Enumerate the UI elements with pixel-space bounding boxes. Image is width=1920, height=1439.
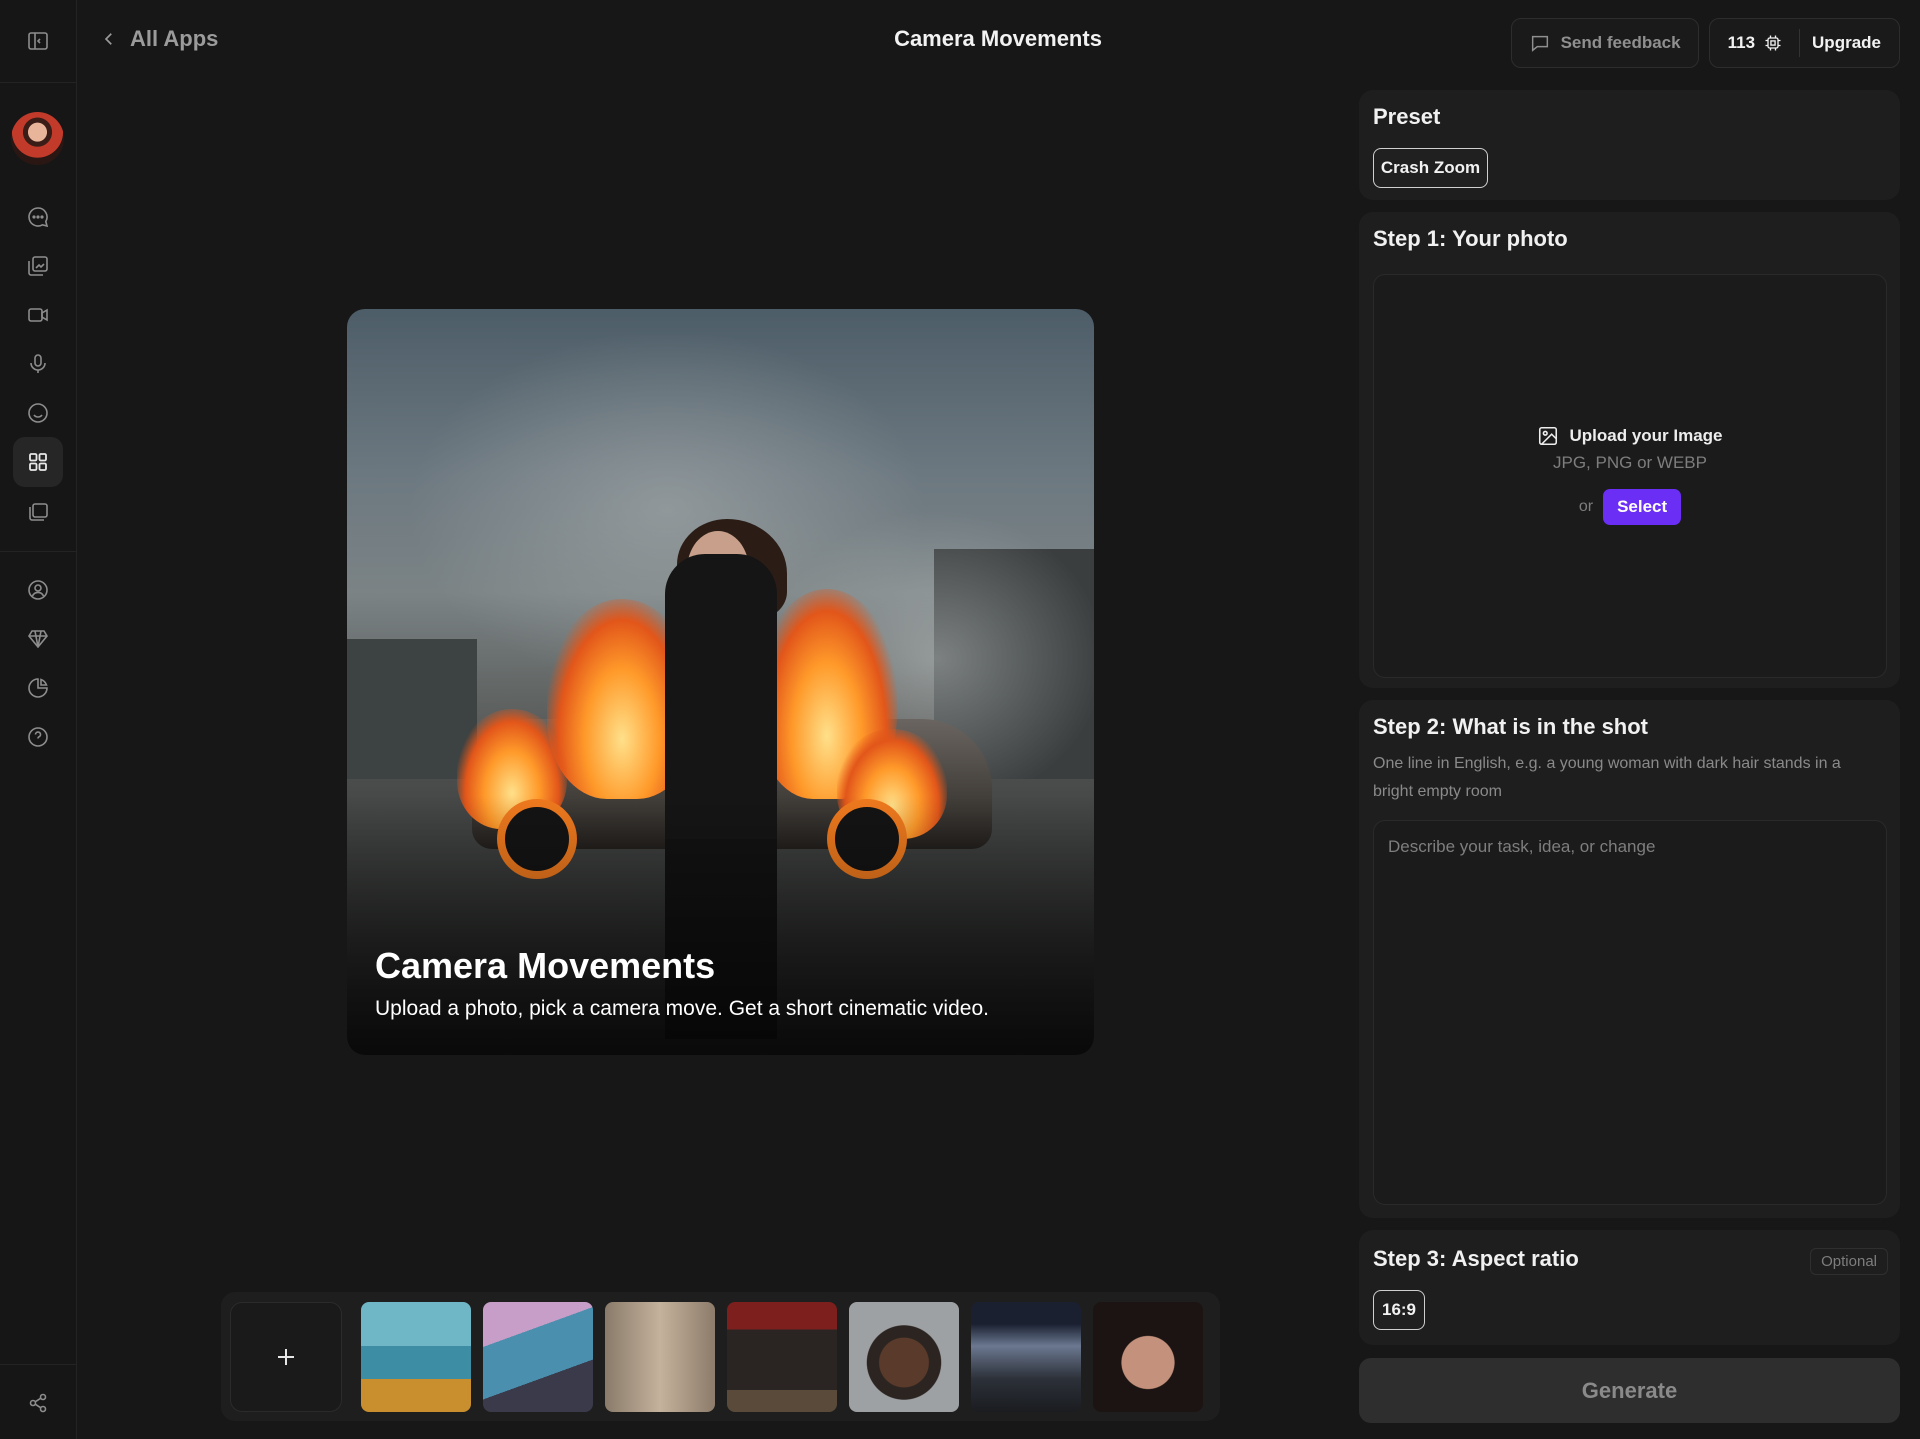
thumbnail[interactable] <box>971 1302 1081 1412</box>
microphone-icon[interactable] <box>13 339 63 389</box>
smile-icon[interactable] <box>13 388 63 438</box>
credits-upgrade-group: 113 Upgrade <box>1708 18 1900 68</box>
diamond-icon[interactable] <box>13 614 63 664</box>
preset-title: Preset <box>1373 104 1441 129</box>
upload-formats: JPG, PNG or WEBP <box>1553 453 1707 472</box>
image-edit-icon[interactable] <box>13 241 63 291</box>
upload-formats-line: JPG, PNG or WEBP <box>1374 453 1886 473</box>
send-feedback-button[interactable]: Send feedback <box>1510 18 1699 68</box>
back-label: All Apps <box>130 26 219 51</box>
share-icon[interactable] <box>13 1378 63 1428</box>
header-actions: Send feedback 113 Upgrade <box>1510 18 1900 68</box>
profile-icon[interactable] <box>13 565 63 615</box>
select-file-button[interactable]: Select <box>1603 489 1682 525</box>
thumbnail[interactable] <box>1093 1302 1203 1412</box>
avatar[interactable] <box>11 112 64 165</box>
aspect-ratio-chip-16-9[interactable]: 16:9 <box>1373 1290 1425 1330</box>
plus-icon <box>278 1349 294 1365</box>
image-dropzone[interactable]: Upload your Image JPG, PNG or WEBP or Se… <box>1373 274 1887 678</box>
step2-help-text: One line in English, e.g. a young woman … <box>1373 755 1841 800</box>
or-text: or <box>1578 498 1594 515</box>
add-thumbnail-button[interactable] <box>230 1302 342 1412</box>
rail-divider <box>0 1364 77 1365</box>
help-icon[interactable] <box>13 712 63 762</box>
step2-title: Step 2: What is in the shot <box>1373 714 1649 739</box>
thumbnail[interactable] <box>361 1302 471 1412</box>
hero-subtitle: Upload a photo, pick a camera move. Get … <box>375 997 989 1020</box>
thumbnail[interactable] <box>605 1302 715 1412</box>
upgrade-button[interactable]: Upgrade <box>1800 33 1899 53</box>
thumbnail[interactable] <box>483 1302 593 1412</box>
panel-toggle-icon[interactable] <box>13 16 63 66</box>
optional-badge: Optional <box>1810 1248 1888 1275</box>
send-feedback-label: Send feedback <box>1560 33 1681 52</box>
hero-title: Camera Movements <box>375 945 716 986</box>
chevron-left-icon <box>104 33 112 45</box>
generate-button[interactable]: Generate <box>1359 1358 1900 1423</box>
chip-icon <box>1765 35 1781 51</box>
thumbnail[interactable] <box>849 1302 959 1412</box>
step3-title: Step 3: Aspect ratio <box>1373 1246 1579 1271</box>
apps-grid-icon[interactable] <box>13 437 63 487</box>
back-to-all-apps-link[interactable]: All Apps <box>100 26 218 52</box>
upload-title: Upload your Image <box>1569 426 1723 445</box>
step1-title: Step 1: Your photo <box>1373 226 1568 251</box>
image-icon <box>1539 426 1558 446</box>
preset-chip-crash-zoom[interactable]: Crash Zoom <box>1373 148 1488 188</box>
hero-preview-card: Camera Movements Upload a photo, pick a … <box>347 309 1094 1055</box>
gallery-icon[interactable] <box>13 486 63 536</box>
usage-chart-icon[interactable] <box>13 663 63 713</box>
credits-value: 113 <box>1727 33 1756 52</box>
message-square-icon <box>1531 35 1548 52</box>
step1-photo-card: Step 1: Your photo Upload your Image JPG… <box>1359 212 1900 688</box>
rail-divider <box>0 82 77 83</box>
page-title: Camera Movements <box>894 26 1102 51</box>
video-camera-icon[interactable] <box>13 290 63 340</box>
upload-heading: Upload your Image <box>1374 425 1886 447</box>
rail-divider <box>0 551 77 552</box>
thumbnail[interactable] <box>727 1302 837 1412</box>
shot-description-input[interactable] <box>1373 820 1887 1205</box>
credits-counter[interactable]: 113 <box>1710 19 1799 67</box>
example-thumbnail-strip <box>221 1292 1220 1421</box>
upload-select-line: or Select <box>1374 489 1886 525</box>
chat-icon[interactable] <box>13 192 63 242</box>
preset-card: Preset Crash Zoom <box>1359 90 1900 200</box>
step3-aspect-card: Step 3: Aspect ratio Optional 16:9 <box>1359 1230 1900 1345</box>
left-sidebar <box>0 0 77 1439</box>
step2-description-card: Step 2: What is in the shot One line in … <box>1359 700 1900 1218</box>
